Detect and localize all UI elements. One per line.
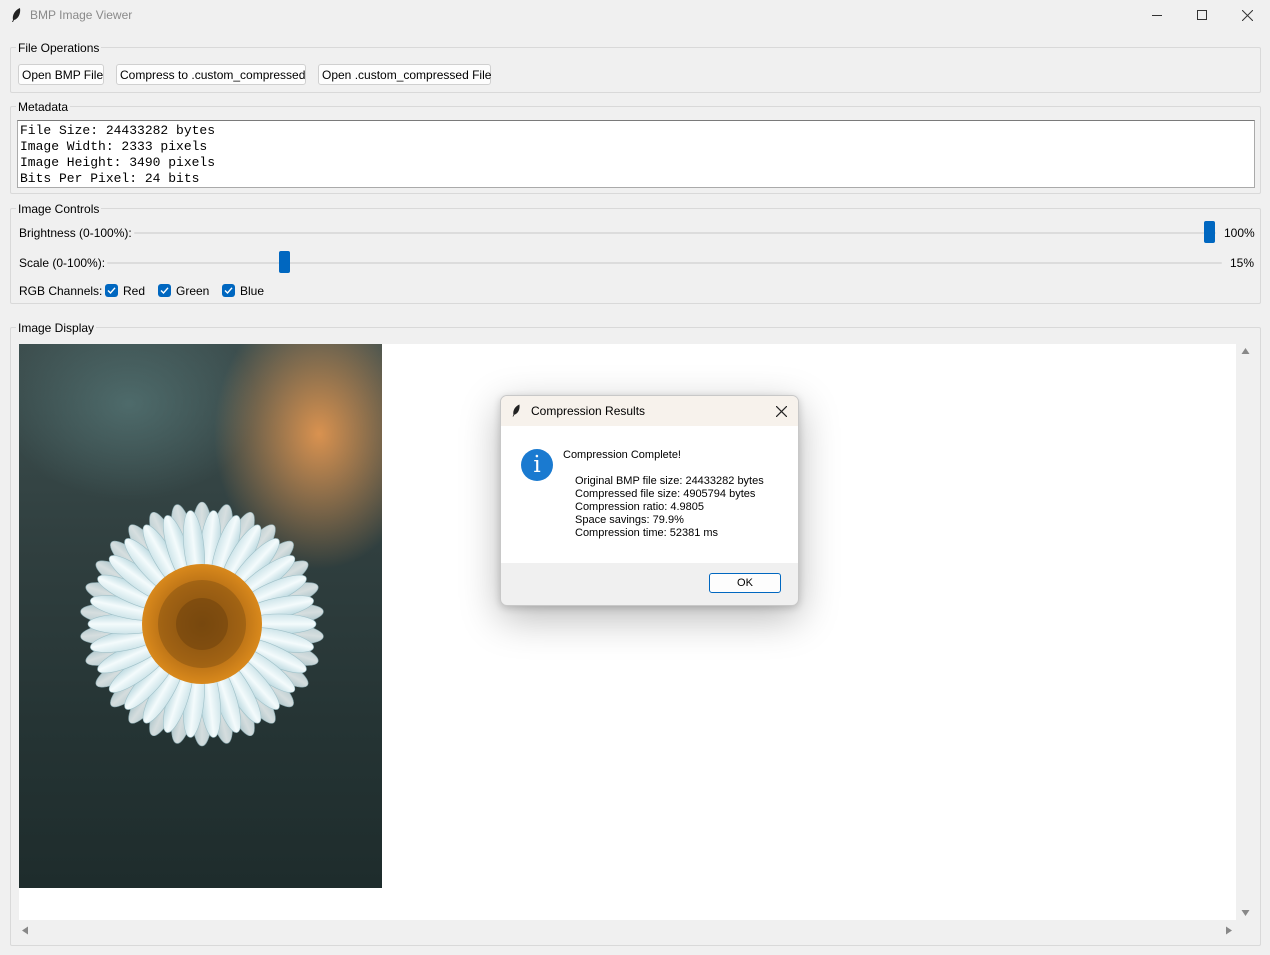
checkmark-icon [107,287,116,295]
daisy-flower-image [80,501,324,747]
rgb-channels-label: RGB Channels: [19,284,103,298]
metadata-label: Metadata [16,100,71,114]
scale-slider-track[interactable] [107,262,1222,264]
dialog-close-button[interactable] [764,396,798,426]
dialog-detail-line: Space savings: 79.9% [575,514,684,526]
maximize-button[interactable] [1179,0,1225,30]
dialog-detail-line: Original BMP file size: 24433282 bytes [575,475,764,487]
open-custom-compressed-button[interactable]: Open .custom_compressed File [318,64,491,85]
close-button[interactable] [1224,0,1270,30]
metadata-line: Image Width: 2333 pixels [20,139,208,154]
title-bar: BMP Image Viewer [0,0,1270,30]
minimize-icon [1152,15,1162,16]
red-checkbox-label[interactable]: Red [123,284,145,298]
compression-results-dialog: Compression Results i Compression Comple… [500,395,799,606]
maximize-icon [1197,10,1207,20]
window-title: BMP Image Viewer [30,8,133,22]
scroll-left-icon[interactable] [21,926,29,935]
scroll-down-icon[interactable] [1241,909,1250,917]
green-checkbox-label[interactable]: Green [176,284,209,298]
daisy-photo [19,344,382,888]
open-bmp-button[interactable]: Open BMP File [18,64,104,85]
dialog-detail-line: Compression ratio: 4.9805 [575,501,705,513]
brightness-value: 100% [1224,226,1255,240]
scroll-up-icon[interactable] [1241,347,1250,355]
scale-value: 15% [1230,256,1255,270]
scale-slider-thumb[interactable] [279,251,290,273]
feather-icon [12,8,21,22]
file-operations-label: File Operations [16,41,102,55]
blue-checkbox[interactable] [222,284,235,297]
dialog-title-bar: Compression Results [501,396,798,426]
dialog-details: Original BMP file size: 24433282 bytes C… [575,475,764,540]
scroll-right-icon[interactable] [1225,926,1233,935]
dialog-detail-line: Compression time: 52381 ms [575,527,719,539]
metadata-line: Image Height: 3490 pixels [20,155,216,170]
metadata-line: Bits Per Pixel: 24 bits [20,171,200,186]
blue-checkbox-label[interactable]: Blue [240,284,264,298]
scale-label: Scale (0-100%): [19,256,106,270]
image-controls-label: Image Controls [16,202,102,216]
red-checkbox[interactable] [105,284,118,297]
info-icon: i [521,449,553,481]
image-display-label: Image Display [16,321,97,335]
brightness-label: Brightness (0-100%): [19,226,132,240]
close-icon [775,405,787,417]
close-icon [1241,9,1253,21]
dialog-heading: Compression Complete! [563,449,681,461]
metadata-textbox[interactable]: File Size: 24433282 bytes Image Width: 23… [17,120,1255,188]
dialog-title: Compression Results [531,404,646,418]
dialog-detail-line: Compressed file size: 4905794 bytes [575,488,756,500]
brightness-slider-thumb[interactable] [1204,221,1215,243]
compress-button[interactable]: Compress to .custom_compressed [116,64,306,85]
minimize-button[interactable] [1134,0,1180,30]
feather-icon [512,404,520,417]
dialog-body: i Compression Complete! Original BMP fil… [501,426,798,563]
checkmark-icon [224,287,233,295]
checkmark-icon [160,287,169,295]
metadata-line: File Size: 24433282 bytes [20,123,216,138]
green-checkbox[interactable] [158,284,171,297]
brightness-slider-track[interactable] [134,232,1216,234]
ok-button[interactable]: OK [709,573,781,593]
